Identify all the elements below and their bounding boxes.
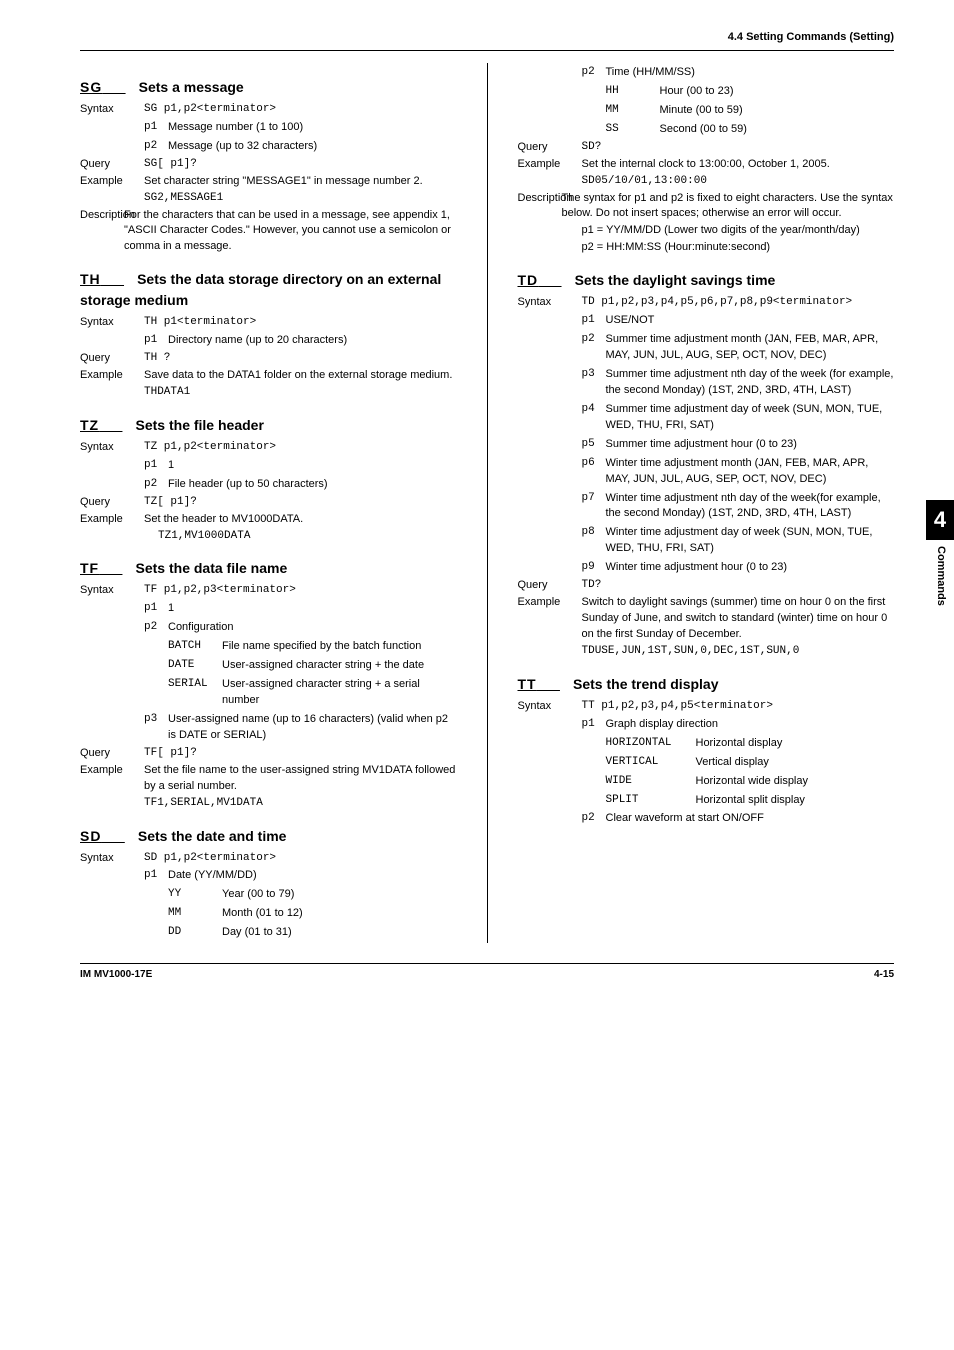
tf-heading: TF Sets the data file name [80,558,457,579]
footer-right: 4-15 [874,968,894,983]
side-tab: 4 Commands [926,500,954,606]
footer: IM MV1000-17E 4-15 [80,963,894,983]
sg-heading: SG Sets a message [80,77,457,98]
tt-heading: TT Sets the trend display [518,674,895,695]
sg-syntax: SG p1,p2<terminator> [144,102,457,118]
th-heading: TH Sets the data storage directory on an… [80,269,457,311]
tz-heading: TZ Sets the file header [80,415,457,436]
query-label: Query [80,157,144,173]
column-divider [487,63,488,943]
chapter-label: Commands [932,546,948,606]
td-heading: TD Sets the daylight savings time [518,270,895,291]
sd-heading: SD Sets the date and time [80,826,457,847]
right-column: p2Time (HH/MM/SS) HHHour (00 to 23) MMMi… [518,63,895,943]
left-column: SG Sets a message SyntaxSG p1,p2<termina… [80,63,457,943]
example-label: Example [80,174,144,190]
footer-left: IM MV1000-17E [80,968,152,983]
chapter-number: 4 [926,500,954,540]
top-rule [80,50,894,51]
syntax-label: Syntax [80,102,144,118]
section-header: 4.4 Setting Commands (Setting) [80,30,894,46]
